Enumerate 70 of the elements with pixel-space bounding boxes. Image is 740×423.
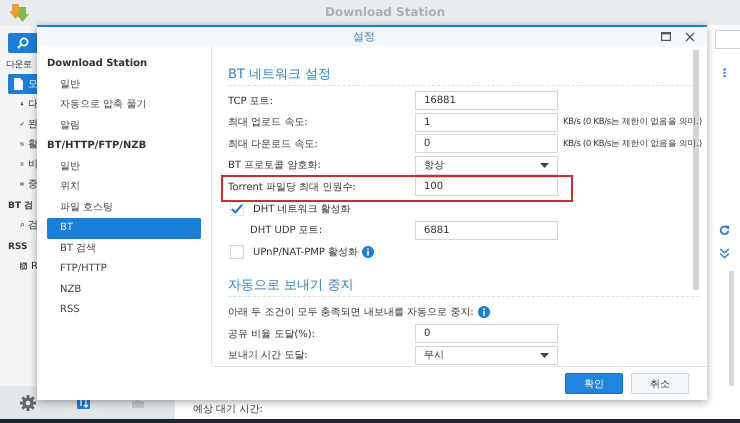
input-field[interactable]: 6881	[415, 220, 558, 240]
cancel-button[interactable]: 취소	[631, 373, 689, 394]
refresh-icon[interactable]	[718, 224, 730, 236]
dialog-title: 설정	[353, 29, 375, 44]
search-field[interactable]	[715, 30, 740, 50]
rss-icon	[20, 260, 28, 272]
nav-item[interactable]: 일반	[47, 74, 201, 95]
sidebar-item[interactable]: 중	[8, 174, 38, 194]
field-label: 최대 다운로드 속도:	[228, 138, 319, 151]
checkbox-label: UPnP/NAT-PMP 활성화	[253, 246, 358, 259]
field-label: 최대 업로드 속도:	[228, 116, 309, 130]
input-field[interactable]: 0	[415, 134, 558, 154]
sidebar-heading: BT 검	[7, 200, 34, 213]
field-label: BT 프로토콜 암호화:	[228, 159, 322, 172]
maximize-icon[interactable]	[661, 32, 671, 41]
caret-icon	[540, 352, 549, 358]
caret-icon	[540, 162, 549, 168]
input-field[interactable]: 0	[415, 324, 558, 344]
arrow-logo-icon	[10, 4, 30, 22]
nav-item[interactable]: 일반	[47, 156, 201, 177]
section-title: 자동으로 보내기 중지	[228, 276, 699, 298]
sidebar-item[interactable]: 다	[8, 94, 38, 114]
input-field[interactable]: 1	[415, 112, 558, 132]
window-title: Download Station	[325, 5, 446, 19]
sidebar-item[interactable]: 검	[8, 215, 38, 235]
search-icon	[17, 37, 29, 49]
nav-item[interactable]: FTP/HTTP	[47, 259, 201, 280]
field-label: 공유 비율 도달(%):	[228, 328, 316, 341]
search-button[interactable]	[8, 33, 38, 53]
nav-item[interactable]: 파일 호스팅	[47, 198, 201, 218]
sidebar-heading: 다운로	[5, 59, 32, 72]
nav-item[interactable]: RSS	[47, 300, 201, 320]
confirm-button[interactable]: 확인	[565, 373, 623, 394]
sidebar-item[interactable]: 비	[8, 154, 38, 174]
status-label: 예상 대기 시간:	[193, 402, 263, 416]
double-chevron-icon[interactable]	[718, 248, 730, 259]
checkbox-label: DHT 네트워크 활성화	[253, 202, 351, 216]
sidebar-heading: RSS	[7, 241, 28, 254]
nav-item[interactable]: BT 검색	[47, 238, 201, 259]
nav-item[interactable]: NZB	[47, 280, 201, 300]
sidebar-item[interactable]: 완	[8, 114, 38, 134]
note-text: 아래 두 조건이 모두 충족되면 내보내를 자동으로 중지:	[228, 306, 474, 320]
nav-item[interactable]: BT	[47, 218, 201, 238]
unit-hint: KB/s (0 KB/s는 제한이 없음을 의미.)	[563, 116, 702, 128]
more-icon[interactable]	[722, 68, 726, 78]
close-icon[interactable]	[685, 32, 695, 42]
dropdown[interactable]: 항상	[415, 156, 558, 175]
nav-item[interactable]: 알림	[47, 116, 201, 136]
field-label: Torrent 파일당 최대 인원수:	[228, 180, 357, 194]
sidebar-item[interactable]: 활	[8, 134, 38, 154]
field-label: DHT UDP 포트:	[249, 224, 324, 238]
nav-item[interactable]: 위치	[47, 177, 201, 198]
input-field[interactable]: 16881	[415, 91, 558, 110]
nav-heading: BT/HTTP/FTP/NZB	[47, 139, 148, 153]
dropdown[interactable]: 무시	[415, 346, 558, 365]
info-icon[interactable]	[362, 246, 374, 258]
info-icon[interactable]	[478, 306, 490, 318]
file-icon	[12, 78, 24, 90]
nav-heading: Download Station	[47, 57, 148, 71]
scrollbar[interactable]	[728, 270, 734, 386]
field-label: 보내기 시간 도달:	[228, 349, 309, 362]
input-field[interactable]: 100	[415, 177, 558, 196]
checkbox[interactable]	[230, 202, 244, 216]
settings-icon[interactable]	[20, 394, 36, 410]
sidebar-item[interactable]: R	[8, 256, 38, 276]
checkbox[interactable]	[230, 244, 244, 259]
field-label: TCP 포트:	[228, 94, 274, 108]
sidebar-item[interactable]: 모	[8, 74, 38, 94]
nav-item[interactable]: 자동으로 압축 풀기	[47, 95, 201, 116]
unit-hint: KB/s (0 KB/s는 제한이 없음을 의미.)	[563, 138, 702, 150]
